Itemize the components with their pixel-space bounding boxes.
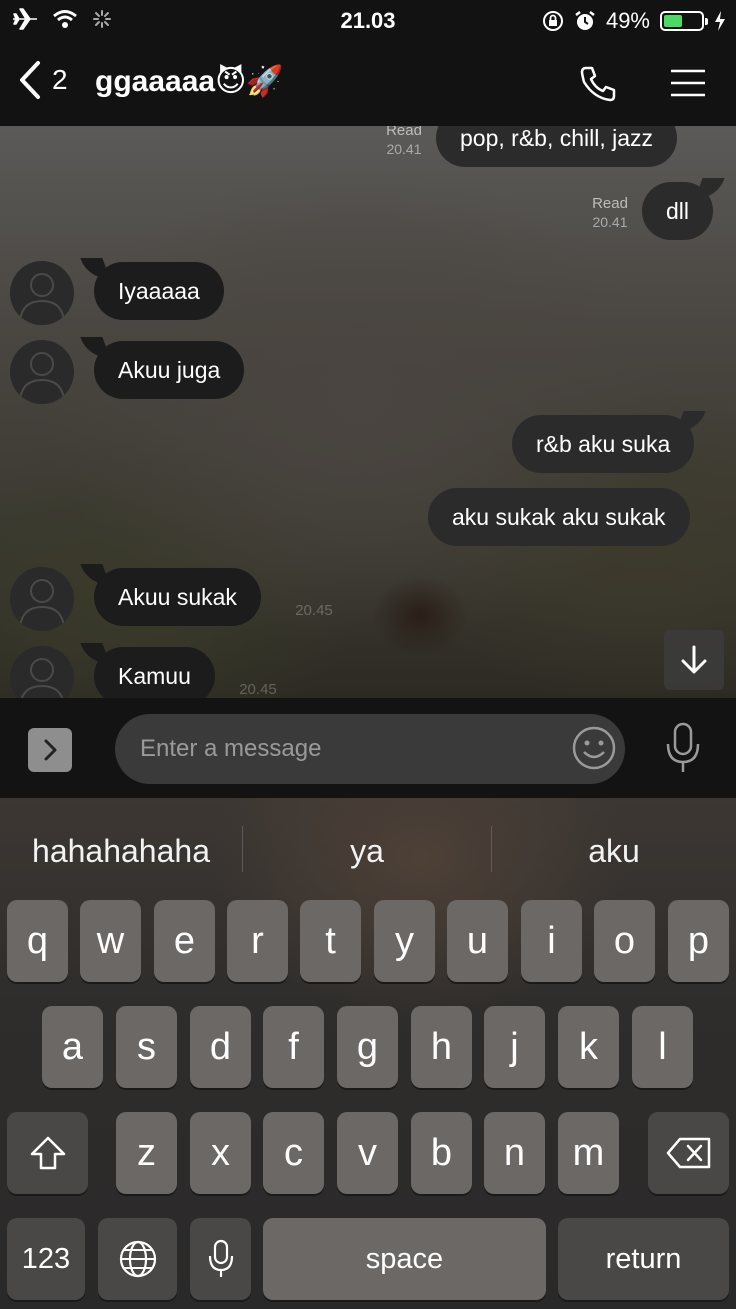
menu-button[interactable]	[670, 68, 706, 103]
message-time: 20.41	[592, 214, 628, 230]
key-w[interactable]: w	[80, 900, 141, 982]
message-meta: Read 20.41	[586, 195, 634, 231]
message-meta: Read 20.41	[380, 126, 428, 158]
key-l[interactable]: l	[632, 1006, 693, 1088]
message-bubble-outgoing[interactable]: dll	[642, 182, 714, 240]
default-avatar-icon	[19, 579, 65, 628]
key-x[interactable]: x	[190, 1112, 251, 1194]
keyboard: hahahahaha ya aku q w e r t y u i o p a …	[0, 798, 736, 1309]
read-status: Read	[386, 126, 422, 139]
key-n[interactable]: n	[484, 1112, 545, 1194]
space-key[interactable]: space	[263, 1218, 546, 1300]
key-c[interactable]: c	[263, 1112, 324, 1194]
charging-icon	[715, 11, 725, 31]
message-input-bar: Enter a message	[0, 698, 736, 798]
key-z[interactable]: z	[116, 1112, 177, 1194]
key-u[interactable]: u	[447, 900, 508, 982]
key-h[interactable]: h	[411, 1006, 472, 1088]
unread-count: 2	[52, 64, 68, 95]
message-bubble-incoming[interactable]: Akuu sukak	[94, 568, 261, 626]
microphone-icon	[208, 1239, 233, 1277]
key-m[interactable]: m	[558, 1112, 619, 1194]
key-y[interactable]: y	[374, 900, 435, 982]
message-time: 20.45	[239, 681, 277, 698]
message-bubble-outgoing[interactable]: pop, r&b, chill, jazz	[436, 126, 678, 167]
numbers-key[interactable]: 123	[7, 1218, 85, 1300]
key-g[interactable]: g	[337, 1006, 398, 1088]
key-i[interactable]: i	[521, 900, 582, 982]
default-avatar-icon	[20, 658, 64, 698]
globe-key[interactable]	[98, 1218, 177, 1300]
message-bubble-incoming[interactable]: Kamuu	[94, 647, 215, 698]
alarm-icon	[575, 11, 595, 30]
key-p[interactable]: p	[668, 900, 729, 982]
back-chevron-icon	[20, 61, 40, 99]
battery-icon	[660, 11, 708, 31]
voice-message-button[interactable]	[664, 722, 702, 779]
shift-key[interactable]	[7, 1112, 88, 1194]
key-v[interactable]: v	[337, 1112, 398, 1194]
back-button[interactable]: 2	[18, 60, 68, 100]
key-q[interactable]: q	[7, 900, 68, 982]
battery-percent: 49%	[605, 8, 650, 33]
menu-icon	[671, 69, 705, 97]
emoji-button[interactable]	[572, 726, 616, 775]
backspace-key[interactable]	[648, 1112, 729, 1194]
predictive-bar: hahahahaha ya aku	[0, 798, 736, 896]
read-status: Read	[592, 195, 628, 212]
key-k[interactable]: k	[558, 1006, 619, 1088]
phone-icon	[580, 66, 616, 102]
key-t[interactable]: t	[300, 900, 361, 982]
scroll-to-bottom-button[interactable]	[664, 630, 724, 690]
message-input[interactable]: Enter a message	[115, 714, 625, 784]
suggestion-3[interactable]: aku	[492, 798, 736, 896]
shift-arrow-icon	[30, 1136, 65, 1170]
return-key[interactable]: return	[558, 1218, 729, 1300]
default-avatar-icon	[19, 273, 65, 322]
message-time: 20.41	[386, 141, 422, 157]
avatar[interactable]	[10, 646, 74, 698]
key-a[interactable]: a	[42, 1006, 103, 1088]
arrow-down-icon	[681, 645, 707, 674]
expand-menu-button[interactable]	[28, 728, 72, 772]
avatar[interactable]	[10, 567, 74, 631]
chat-title[interactable]: ggaaaaa😈🚀	[95, 64, 284, 99]
key-s[interactable]: s	[116, 1006, 177, 1088]
key-b[interactable]: b	[411, 1112, 472, 1194]
key-f[interactable]: f	[263, 1006, 324, 1088]
status-bar: 21.03 49%	[0, 0, 736, 42]
suggestion-1[interactable]: hahahahaha	[0, 798, 242, 896]
chat-area[interactable]: Read 20.41 pop, r&b, chill, jazz Read 20…	[0, 126, 736, 698]
globe-icon	[119, 1240, 156, 1278]
key-j[interactable]: j	[484, 1006, 545, 1088]
avatar[interactable]	[10, 340, 74, 404]
chevron-right-icon	[44, 739, 57, 761]
backspace-icon	[666, 1137, 710, 1169]
suggestion-2[interactable]: ya	[243, 798, 491, 896]
key-r[interactable]: r	[227, 900, 288, 982]
message-time: 20.45	[295, 602, 333, 619]
default-avatar-icon	[19, 352, 65, 401]
message-bubble-outgoing[interactable]: aku sukak aku sukak	[428, 488, 690, 546]
chat-header: 2 ggaaaaa😈🚀	[0, 42, 736, 126]
orientation-lock-icon	[542, 11, 563, 31]
microphone-icon	[666, 722, 700, 772]
dictation-key[interactable]	[190, 1218, 251, 1300]
message-bubble-incoming[interactable]: Akuu juga	[94, 341, 245, 399]
status-right-icons: 49%	[542, 8, 726, 34]
key-o[interactable]: o	[594, 900, 655, 982]
message-bubble-outgoing[interactable]: r&b aku suka	[512, 415, 695, 473]
message-bubble-incoming[interactable]: Iyaaaaa	[94, 262, 224, 320]
key-e[interactable]: e	[154, 900, 215, 982]
emoji-icon	[572, 726, 616, 770]
key-d[interactable]: d	[190, 1006, 251, 1088]
avatar[interactable]	[10, 261, 74, 325]
call-button[interactable]	[578, 64, 618, 109]
